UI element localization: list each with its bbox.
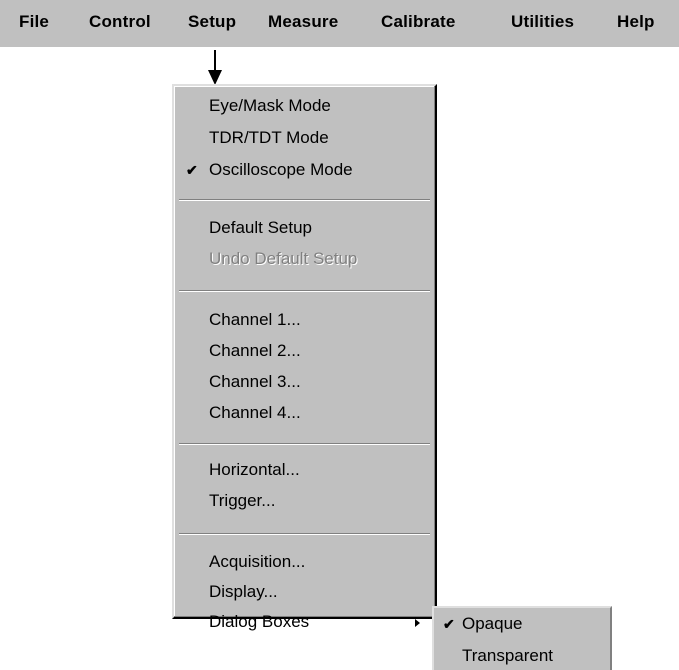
menu-measure[interactable]: Measure: [268, 12, 338, 32]
menu-control[interactable]: Control: [89, 12, 151, 32]
menu-separator: [179, 443, 430, 445]
submenu-arrow-icon: [415, 619, 420, 627]
menu-item-eye-mask-mode[interactable]: Eye/Mask Mode: [209, 94, 429, 118]
menu-bar: File Control Setup Measure Calibrate Uti…: [0, 0, 679, 47]
menu-item-oscilloscope-mode[interactable]: Oscilloscope Mode: [209, 158, 429, 182]
submenu-item-opaque[interactable]: Opaque: [462, 612, 523, 636]
dialog-boxes-submenu: ✔ Opaque Transparent: [432, 606, 612, 670]
menu-separator: [179, 290, 430, 292]
menu-item-acquisition[interactable]: Acquisition...: [209, 550, 429, 574]
checkmark-icon: ✔: [186, 162, 198, 178]
menu-item-undo-default-setup: Undo Default Setup: [209, 249, 358, 268]
menu-calibrate[interactable]: Calibrate: [381, 12, 456, 32]
down-arrow-icon: [208, 50, 222, 85]
menu-item-tdr-tdt-mode[interactable]: TDR/TDT Mode: [209, 126, 429, 150]
menu-help[interactable]: Help: [617, 12, 655, 32]
menu-item-default-setup[interactable]: Default Setup: [209, 216, 429, 240]
menu-setup[interactable]: Setup: [188, 12, 236, 32]
checkmark-icon: ✔: [443, 616, 455, 632]
menu-separator: [179, 199, 430, 201]
menu-item-dialog-boxes[interactable]: Dialog Boxes: [209, 610, 429, 634]
menu-item-horizontal[interactable]: Horizontal...: [209, 458, 429, 482]
menu-utilities[interactable]: Utilities: [511, 12, 574, 32]
menu-item-trigger[interactable]: Trigger...: [209, 489, 429, 513]
menu-item-display[interactable]: Display...: [209, 580, 429, 604]
menu-item-channel-2[interactable]: Channel 2...: [209, 339, 429, 363]
submenu-item-transparent[interactable]: Transparent: [462, 644, 553, 668]
menu-file[interactable]: File: [19, 12, 49, 32]
menu-item-channel-3[interactable]: Channel 3...: [209, 370, 429, 394]
menu-item-channel-1[interactable]: Channel 1...: [209, 308, 429, 332]
menu-item-channel-4[interactable]: Channel 4...: [209, 401, 429, 425]
menu-separator: [179, 533, 430, 535]
setup-dropdown-menu: ✔ Eye/Mask Mode TDR/TDT Mode Oscilloscop…: [172, 84, 437, 631]
